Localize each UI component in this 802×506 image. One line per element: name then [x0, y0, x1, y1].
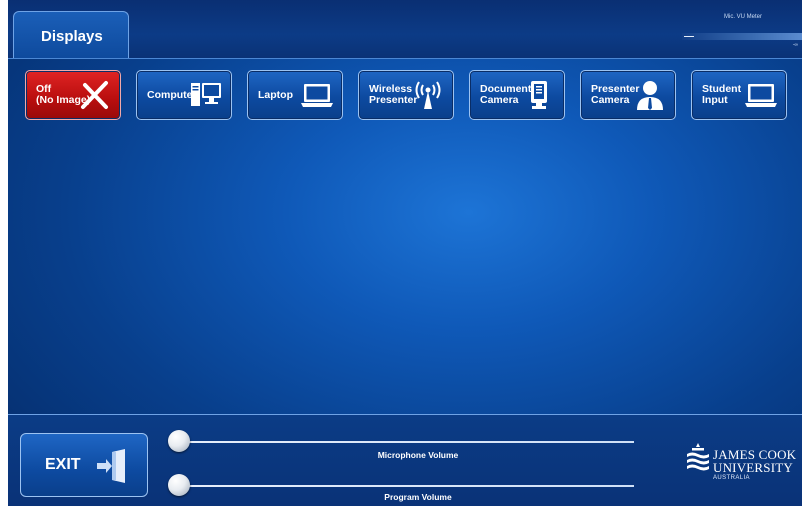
microphone-volume-knob[interactable] [168, 430, 190, 452]
logo-line2: UNIVERSITY [713, 460, 793, 475]
desktop-computer-icon [189, 79, 223, 111]
source-button-wireless-presenter[interactable]: Wireless Presenter [358, 70, 454, 120]
microphone-volume-label: Microphone Volume [377, 450, 459, 460]
mic-vu-meter: Mic. VU Meter -∞ [682, 14, 802, 50]
x-icon [78, 79, 112, 111]
footer-bar: EXIT Microphone Volume Program Volume JA… [8, 414, 802, 506]
logo-line3: AUSTRALIA [713, 475, 750, 481]
vu-meter-title: Mic. VU Meter [724, 14, 763, 20]
wireless-antenna-icon [411, 79, 445, 111]
program-volume-track[interactable] [186, 485, 634, 487]
source-button-computer[interactable]: Computer [136, 70, 232, 120]
source-label: Student Input [702, 83, 742, 106]
source-button-laptop[interactable]: Laptop [247, 70, 343, 120]
laptop-icon [300, 79, 334, 111]
header-bar: Displays Mic. VU Meter -∞ [8, 0, 802, 59]
program-volume-label: Program Volume [384, 492, 452, 502]
laptop-icon [744, 79, 778, 111]
microphone-volume-track[interactable] [186, 441, 634, 443]
university-logo: JAMES COOK UNIVERSITY AUSTRALIA [686, 441, 798, 489]
source-button-presenter-camera[interactable]: Presenter Camera [580, 70, 676, 120]
crest-icon [687, 443, 709, 471]
exit-door-icon [95, 449, 129, 483]
vu-meter-track [682, 33, 802, 40]
document-camera-icon [522, 79, 556, 111]
source-button-document-camera[interactable]: Document Camera [469, 70, 565, 120]
source-button-off[interactable]: Off (No Image) [25, 70, 121, 120]
source-button-student-input[interactable]: Student Input [691, 70, 787, 120]
exit-button[interactable]: EXIT [20, 433, 148, 497]
exit-label: EXIT [45, 456, 81, 473]
vu-meter-level [684, 36, 694, 37]
tab-displays[interactable]: Displays [13, 11, 129, 58]
presenter-person-icon [633, 79, 667, 111]
touch-panel-screen: Displays Mic. VU Meter -∞ Off (No Image)… [8, 0, 802, 506]
tab-label: Displays [41, 28, 103, 45]
source-selection-row: Off (No Image) Computer Laptop Wireless … [8, 58, 802, 132]
program-volume-knob[interactable] [168, 474, 190, 496]
source-label: Laptop [258, 88, 293, 101]
vu-meter-scale-label: -∞ [792, 42, 798, 48]
